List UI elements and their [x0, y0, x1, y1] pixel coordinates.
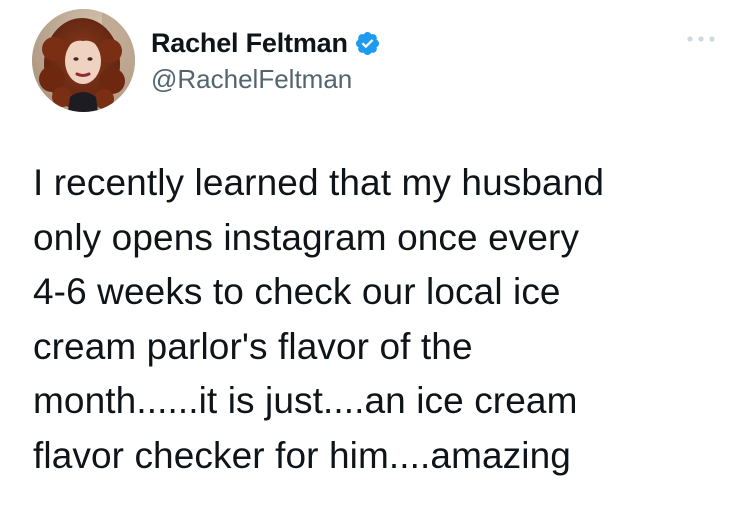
- author-display-name[interactable]: Rachel Feltman: [151, 28, 348, 59]
- author-handle[interactable]: @RachelFeltman: [151, 64, 352, 95]
- verified-badge-icon: [354, 30, 381, 57]
- tweet-text-line: 4-6 weeks to check our local ice: [33, 271, 561, 312]
- tweet-text-line: cream parlor's flavor of the: [33, 325, 473, 367]
- author-name-row[interactable]: Rachel Feltman: [151, 26, 381, 60]
- tweet-text-line: only opens instagram once every: [33, 216, 580, 258]
- tweet-text: I recently learned that my husband only …: [33, 156, 733, 483]
- author-avatar[interactable]: [32, 9, 135, 112]
- profile-photo: [32, 9, 135, 112]
- tweet-text-line: I recently learned that my husband: [33, 162, 605, 203]
- tweet-card: Rachel Feltman @RachelFeltman I recently…: [0, 0, 750, 527]
- tweet-text-line: flavor checker for him....amazing: [33, 434, 571, 476]
- more-options-icon[interactable]: [684, 32, 718, 46]
- tweet-text-line: month......it is just....an ice cream: [33, 380, 578, 421]
